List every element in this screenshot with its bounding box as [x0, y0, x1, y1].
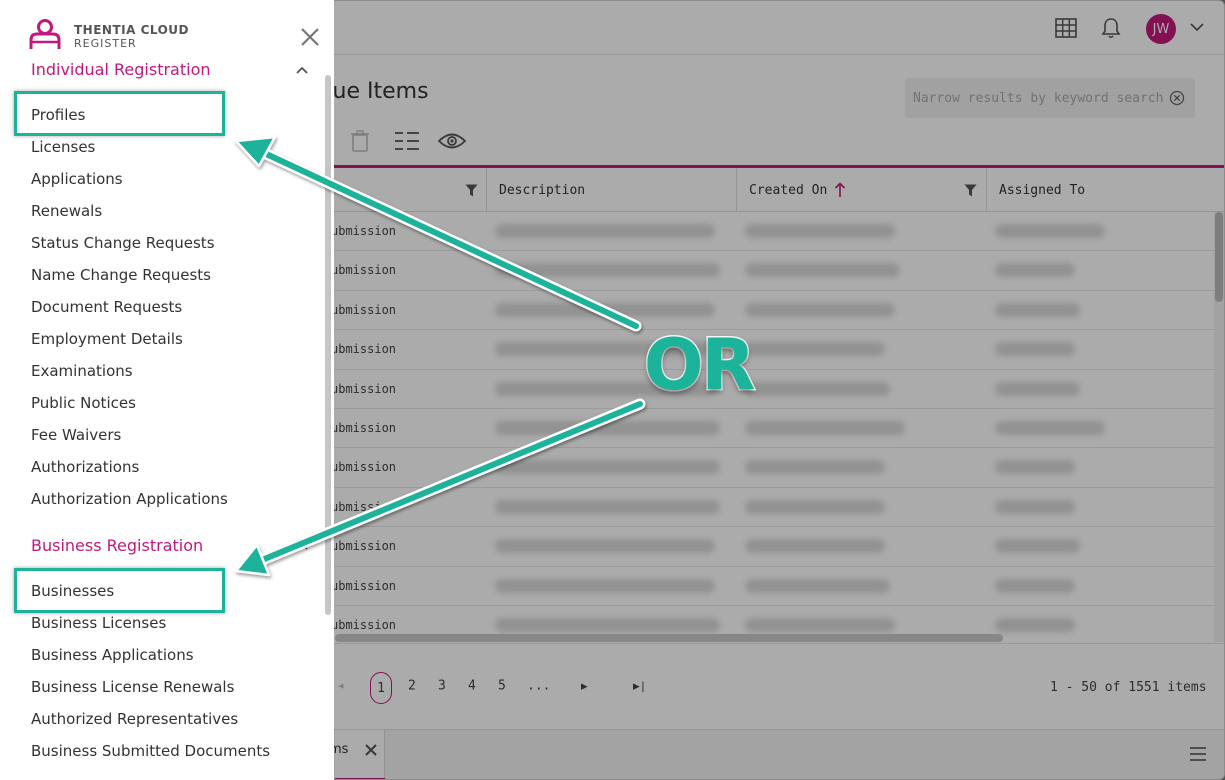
nav-item-examinations[interactable]: Examinations [31, 362, 133, 386]
nav-item-business-applications[interactable]: Business Applications [31, 646, 194, 670]
section-business-registration[interactable]: Business Registration [31, 536, 203, 555]
chevron-up-icon[interactable] [295, 539, 309, 553]
section-individual-registration[interactable]: Individual Registration [31, 60, 211, 79]
callout-or-text: OR [642, 324, 756, 406]
nav-item-document-requests[interactable]: Document Requests [31, 298, 182, 322]
nav-item-fee-waivers[interactable]: Fee Waivers [31, 426, 121, 450]
nav-item-name-change-requests[interactable]: Name Change Requests [31, 266, 211, 290]
nav-item-applications[interactable]: Applications [31, 170, 123, 194]
chevron-up-icon[interactable] [295, 63, 309, 77]
nav-item-status-change-requests[interactable]: Status Change Requests [31, 234, 215, 258]
nav-item-employment-details[interactable]: Employment Details [31, 330, 183, 354]
nav-item-business-licenses[interactable]: Business Licenses [31, 614, 166, 638]
logo-text: THENTIA CLOUD [74, 23, 190, 37]
nav-item-authorization-applications[interactable]: Authorization Applications [31, 490, 228, 514]
nav-item-authorizations[interactable]: Authorizations [31, 458, 139, 482]
nav-item-licenses[interactable]: Licenses [31, 138, 95, 162]
drawer-scrollbar[interactable] [325, 75, 331, 615]
close-icon[interactable] [298, 25, 322, 49]
nav-item-public-notices[interactable]: Public Notices [31, 394, 136, 418]
logo-icon [29, 19, 61, 49]
nav-item-renewals[interactable]: Renewals [31, 202, 102, 226]
nav-item-authorized-representatives[interactable]: Authorized Representatives [31, 710, 238, 734]
highlight-box-businesses [14, 568, 225, 613]
nav-item-business-submitted-documents[interactable]: Business Submitted Documents [31, 742, 270, 766]
logo-subtext: REGISTER [74, 37, 137, 50]
nav-item-business-license-renewals[interactable]: Business License Renewals [31, 678, 234, 702]
highlight-box-profiles [14, 91, 225, 136]
